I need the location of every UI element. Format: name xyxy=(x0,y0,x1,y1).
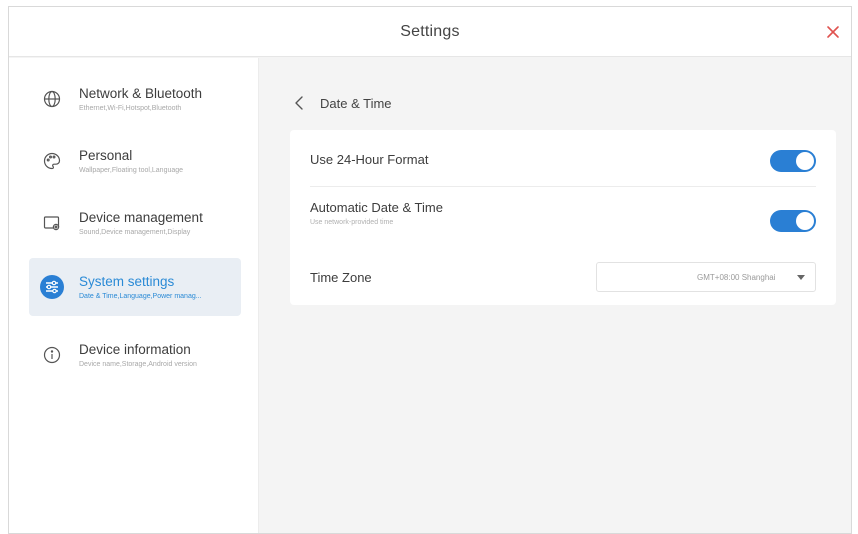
sidebar-item-sublabel: Wallpaper,Floating tool,Language xyxy=(79,166,184,174)
device-icon xyxy=(39,210,65,236)
sidebar-item-label: Personal xyxy=(79,147,133,163)
sidebar-item-network-bluetooth[interactable]: Network & Bluetooth Ethernet,Wi-Fi,Hotsp… xyxy=(29,70,241,128)
page-title: Date & Time xyxy=(320,95,392,111)
title-bar: Settings xyxy=(9,7,851,57)
format-24-hour-label: Use 24-Hour Format xyxy=(310,152,429,167)
info-icon xyxy=(39,342,65,368)
chevron-left-icon xyxy=(295,96,303,110)
sidebar-item-sublabel: Date & Time,Language,Power manag... xyxy=(79,292,202,300)
sidebar-item-sublabel: Ethernet,Wi-Fi,Hotspot,Bluetooth xyxy=(79,104,182,112)
sidebar-item-personal[interactable]: Personal Wallpaper,Floating tool,Languag… xyxy=(29,132,241,190)
automatic-date-time-row: Automatic Date & Time Use network-provid… xyxy=(310,200,816,226)
time-zone-value: GMT+08:00 Shanghai xyxy=(697,272,776,282)
window-title: Settings xyxy=(400,22,460,40)
sliders-icon xyxy=(39,274,65,300)
sidebar-item-label: Device management xyxy=(79,209,203,225)
settings-window: Settings Network & Bluetooth Ethernet,Wi… xyxy=(8,6,852,534)
sidebar-item-label: Network & Bluetooth xyxy=(79,85,203,101)
back-button[interactable] xyxy=(290,94,308,112)
palette-icon xyxy=(39,148,65,174)
page-header: Date & Time xyxy=(290,94,392,112)
sidebar-item-device-information[interactable]: Device information Device name,Storage,A… xyxy=(29,326,241,384)
time-zone-label: Time Zone xyxy=(310,270,372,285)
sidebar-item-label: Device information xyxy=(79,341,191,357)
divider xyxy=(310,186,816,187)
toggle-knob xyxy=(796,212,814,230)
sidebar-item-system-settings[interactable]: System settings Date & Time,Language,Pow… xyxy=(29,258,241,316)
automatic-date-time-sublabel: Use network-provided time xyxy=(310,219,394,226)
sidebar-item-label: System settings xyxy=(79,273,175,289)
time-zone-select[interactable]: GMT+08:00 Shanghai xyxy=(596,262,816,292)
sidebar-item-device-management[interactable]: Device management Sound,Device managemen… xyxy=(29,194,241,252)
caret-down-icon xyxy=(797,275,805,280)
format-24-hour-row: Use 24-Hour Format xyxy=(310,152,816,167)
sidebar: Network & Bluetooth Ethernet,Wi-Fi,Hotsp… xyxy=(9,58,259,533)
automatic-date-time-toggle[interactable] xyxy=(770,210,816,232)
sidebar-item-sublabel: Device name,Storage,Android version xyxy=(79,360,197,368)
globe-icon xyxy=(39,86,65,112)
automatic-date-time-label: Automatic Date & Time xyxy=(310,200,443,215)
toggle-knob xyxy=(796,152,814,170)
date-time-settings-card: Use 24-Hour Format Automatic Date & Time… xyxy=(290,130,836,305)
format-24-hour-toggle[interactable] xyxy=(770,150,816,172)
sidebar-item-sublabel: Sound,Device management,Display xyxy=(79,228,191,236)
content-panel: Date & Time Use 24-Hour Format Automatic… xyxy=(260,58,851,533)
close-button[interactable] xyxy=(821,20,845,44)
close-icon xyxy=(827,26,839,38)
